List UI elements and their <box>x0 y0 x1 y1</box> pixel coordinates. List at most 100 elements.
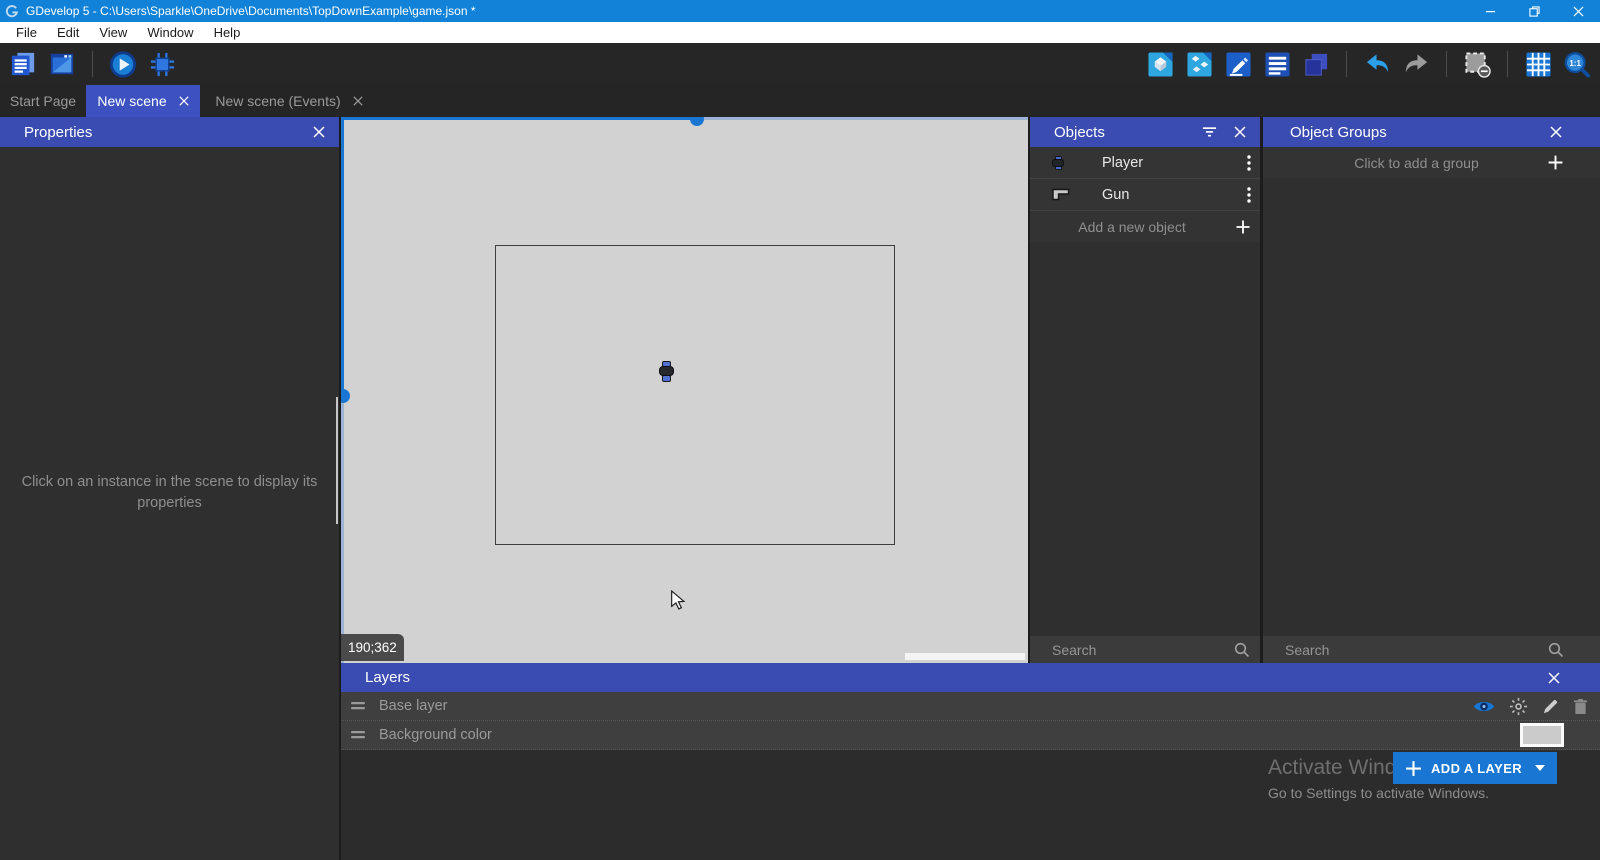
drag-handle-icon[interactable] <box>350 730 366 740</box>
object-menu-kebab-icon[interactable] <box>1247 187 1251 203</box>
search-icon[interactable] <box>1234 642 1250 658</box>
object-name: Player <box>1102 155 1143 171</box>
tab-label: Start Page <box>10 93 76 109</box>
cursor-coordinates-badge: 190;362 <box>341 634 404 661</box>
properties-scrollbar[interactable] <box>336 397 338 524</box>
tab-start-page[interactable]: Start Page <box>0 85 86 117</box>
close-icon <box>1573 6 1584 17</box>
objects-search-row <box>1030 636 1260 663</box>
layer-row-background-color[interactable]: Background color <box>341 721 1600 750</box>
toolbar-right-group: 1:1 <box>1146 50 1591 78</box>
menu-edit[interactable]: Edit <box>47 22 89 43</box>
tab-close-icon[interactable] <box>353 96 363 106</box>
objects-panel-icon[interactable] <box>1146 50 1174 78</box>
bottom-scrollbar[interactable] <box>905 653 1025 660</box>
layer-delete-trash-icon[interactable] <box>1573 698 1588 715</box>
search-icon[interactable] <box>1548 642 1564 658</box>
horizontal-scroll-thumb[interactable] <box>690 117 704 126</box>
window-title: GDevelop 5 - C:\Users\Sparkle\OneDrive\D… <box>26 4 476 18</box>
layers-panel-title: Layers <box>365 669 410 686</box>
zoom-original-icon[interactable]: 1:1 <box>1563 50 1591 78</box>
plus-icon[interactable] <box>1235 219 1251 235</box>
properties-panel: Properties Click on an instance in the s… <box>0 117 339 860</box>
tab-label: New scene <box>97 93 166 109</box>
undo-icon[interactable] <box>1363 50 1391 78</box>
object-row-player[interactable]: Player <box>1030 147 1260 179</box>
menu-file[interactable]: File <box>6 22 47 43</box>
toggle-grid-icon[interactable] <box>1524 50 1552 78</box>
instances-list-icon[interactable] <box>1263 50 1291 78</box>
clear-selection-icon[interactable] <box>1463 50 1491 78</box>
close-panel-icon[interactable] <box>313 126 325 138</box>
play-preview-icon[interactable] <box>109 50 137 78</box>
toolbar-separator <box>1346 51 1347 77</box>
editor-tab-bar: Start Page New scene New scene (Events) <box>0 85 1600 117</box>
chevron-down-icon[interactable] <box>1535 765 1545 771</box>
add-new-object-row[interactable]: Add a new object <box>1030 211 1260 242</box>
start-page-window-icon[interactable] <box>48 50 76 78</box>
toolbar-left-group <box>9 50 176 78</box>
object-name: Gun <box>1102 187 1129 203</box>
tab-new-scene-events[interactable]: New scene (Events) <box>200 85 378 117</box>
mouse-cursor <box>670 590 686 610</box>
window-controls <box>1468 0 1600 22</box>
close-panel-icon[interactable] <box>1234 126 1246 138</box>
menu-help[interactable]: Help <box>204 22 251 43</box>
svg-text:1:1: 1:1 <box>1569 58 1581 67</box>
filter-icon[interactable] <box>1202 126 1217 138</box>
add-group-row[interactable]: Click to add a group <box>1263 147 1600 178</box>
object-groups-panel-title: Object Groups <box>1290 124 1387 141</box>
object-groups-panel-icon[interactable] <box>1185 50 1213 78</box>
layer-row-base[interactable]: Base layer <box>341 692 1600 721</box>
tab-new-scene[interactable]: New scene <box>86 85 200 117</box>
background-color-swatch[interactable] <box>1520 723 1564 747</box>
close-panel-icon[interactable] <box>1548 672 1560 684</box>
properties-empty-message: Click on an instance in the scene to dis… <box>18 472 321 514</box>
object-menu-kebab-icon[interactable] <box>1247 155 1251 171</box>
menu-view[interactable]: View <box>89 22 137 43</box>
tab-close-icon[interactable] <box>179 96 189 106</box>
toolbar-separator <box>1507 51 1508 77</box>
plus-icon[interactable] <box>1547 154 1564 171</box>
debug-icon[interactable] <box>148 50 176 78</box>
object-row-gun[interactable]: Gun <box>1030 179 1260 211</box>
plus-icon <box>1405 760 1422 777</box>
close-button[interactable] <box>1556 0 1600 22</box>
objects-search-input[interactable] <box>1050 641 1234 659</box>
menu-bar: File Edit View Window Help <box>0 22 1600 43</box>
add-group-label: Click to add a group <box>1354 155 1479 171</box>
layer-name: Background color <box>379 727 492 743</box>
layers-panel-icon[interactable] <box>1302 50 1330 78</box>
object-groups-search-input[interactable] <box>1283 641 1548 659</box>
add-layer-button[interactable]: ADD A LAYER <box>1393 752 1557 784</box>
player-object-icon <box>1052 156 1064 170</box>
restore-icon <box>1529 6 1540 17</box>
menu-window[interactable]: Window <box>137 22 203 43</box>
toolbar-separator <box>1446 51 1447 77</box>
layer-visibility-eye-icon[interactable] <box>1473 699 1495 714</box>
layer-edit-pencil-icon[interactable] <box>1542 698 1559 715</box>
project-manager-icon[interactable] <box>9 50 37 78</box>
player-instance[interactable] <box>659 361 674 382</box>
edit-scene-properties-icon[interactable] <box>1224 50 1252 78</box>
title-bar: GDevelop 5 - C:\Users\Sparkle\OneDrive\D… <box>0 0 1600 22</box>
gdevelop-window: GDevelop 5 - C:\Users\Sparkle\OneDrive\D… <box>0 0 1600 860</box>
layer-effects-icon[interactable] <box>1509 697 1528 716</box>
gun-object-icon <box>1052 188 1070 201</box>
close-panel-icon[interactable] <box>1550 126 1562 138</box>
minimize-icon <box>1485 6 1496 17</box>
layer-name: Base layer <box>379 698 448 714</box>
vertical-scroll-thumb[interactable] <box>341 389 350 403</box>
restore-button[interactable] <box>1512 0 1556 22</box>
horizontal-scroll-track <box>697 117 1028 120</box>
activate-windows-subtext: Go to Settings to activate Windows. <box>1268 785 1489 801</box>
properties-panel-header: Properties <box>0 117 339 147</box>
objects-panel-header: Objects <box>1030 117 1260 147</box>
scene-canvas[interactable]: 190;362 <box>341 117 1028 663</box>
minimize-button[interactable] <box>1468 0 1512 22</box>
vertical-scroll-track <box>341 117 344 396</box>
redo-icon[interactable] <box>1402 50 1430 78</box>
vertical-scroll-track <box>341 396 344 663</box>
main-toolbar: 1:1 <box>0 43 1600 85</box>
drag-handle-icon[interactable] <box>350 701 366 711</box>
